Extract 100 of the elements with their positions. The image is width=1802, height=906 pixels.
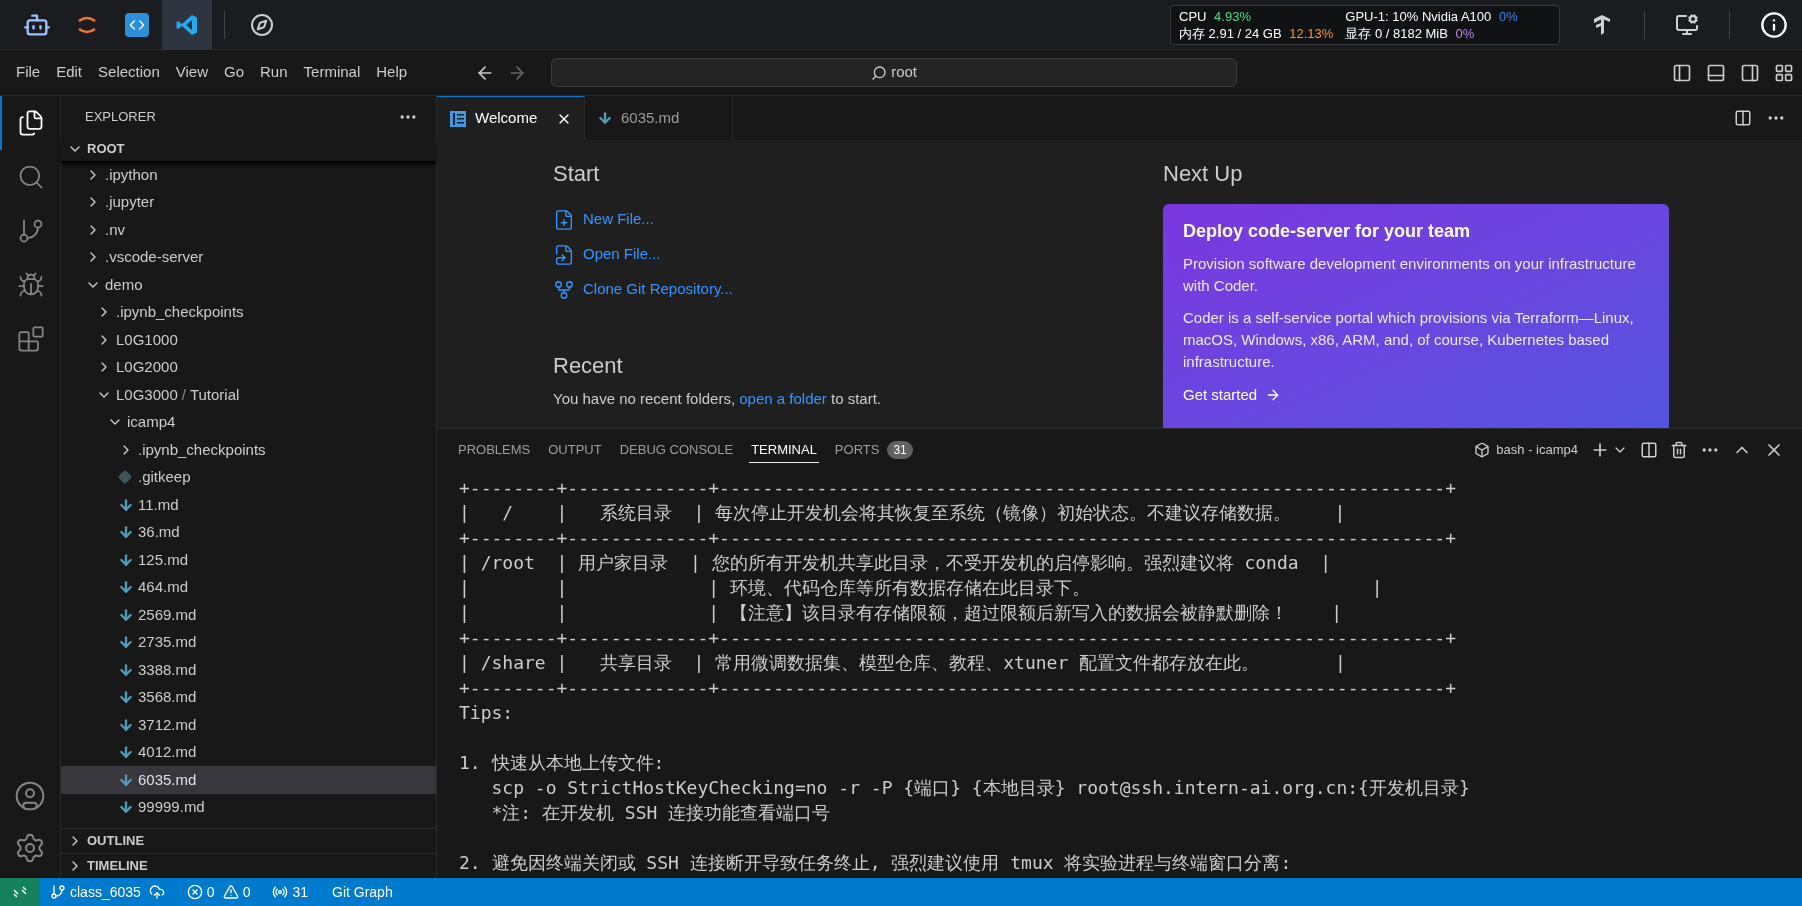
start-link[interactable]: Clone Git Repository... [553,272,1163,307]
stat-label: GPU-1: 10% Nvidia A100 0% [1345,7,1518,25]
ports-status[interactable]: 31 [272,881,308,903]
tree-item[interactable]: L0G1000 [61,326,436,354]
menu-item[interactable]: Edit [48,61,91,84]
settings-icon[interactable] [14,832,46,864]
layout-icon[interactable] [1774,62,1794,83]
tree-item-label: .vscode-server [105,247,204,267]
get-started-link[interactable]: Get started [1183,384,1282,407]
tree-item-label: 125.md [138,549,189,570]
menu-item[interactable]: Run [252,61,296,84]
panel-tab[interactable]: OUTPUT [546,437,604,463]
tree-item[interactable]: 3712.md [61,711,436,739]
tree-item[interactable]: 4012.md [61,738,436,766]
tab-label: 6035.md [621,107,680,128]
menu-item[interactable]: View [167,61,216,84]
section-heading: Next Up [1163,160,1244,188]
tree-item-label: 6035.md [138,769,197,790]
tree-item-label: Tutorial [189,384,240,405]
trash-icon[interactable] [1670,441,1688,459]
terminal-line: +--------+-------------+-------------------------------------------------------------------+ [459,626,1456,650]
start-link[interactable]: Open File... [553,237,1163,272]
tree-item[interactable]: 125.md [61,546,436,574]
tree-item[interactable]: 6035.md [61,766,436,794]
tree-item[interactable]: .ipython [61,161,436,189]
download-arrow-icon [118,496,134,513]
cube-icon [1474,442,1491,458]
tree-item[interactable]: .ipynb_checkpoints [61,436,436,464]
tree-item[interactable]: .ipynb_checkpoints [61,298,436,326]
tree-item[interactable]: icamp4 [61,408,436,436]
open-folder-link[interactable]: open a folder [739,390,827,407]
tree-item[interactable]: L0G3000 / Tutorial [61,381,436,409]
command-center-value: root [891,62,917,83]
terminal-line: +--------+-------------+-------------------------------------------------------------------+ [459,476,1456,500]
tree-item-label: .ipynb_checkpoints [138,439,266,460]
terminal-line: 1. 快速从本地上传文件: [459,751,665,775]
panel-tab[interactable]: PORTS 31 [832,437,915,463]
tree-item[interactable]: 11.md [61,491,436,519]
problems-status[interactable]: 0 0 [186,881,251,903]
editor-logo-icon [175,12,199,37]
tree-item[interactable]: 99999.md [61,793,436,821]
tree-item-label: 3388.md [138,659,197,680]
menu-item[interactable]: Selection [90,61,168,84]
terminal-line: Tips: [459,701,514,725]
tree-item-label: 464.md [138,577,189,597]
toggle-secondary-sidebar-icon[interactable] [1740,62,1760,83]
tree-item[interactable]: L0G2000 [61,353,436,381]
recent-message: You have no recent folders, open a folder to start. [553,389,883,409]
count-badge: 31 [887,440,913,459]
info-icon[interactable] [1760,10,1788,39]
terminal-line: scp -o StrictHostKeyChecking=no -r -P {端口} {本地目录} root@ssh.intern-ai.org.cn:{开发机目录} [490,776,1470,800]
menu-item[interactable]: File [8,61,49,84]
toggle-panel-icon[interactable] [1706,62,1726,83]
panel-tab[interactable]: PROBLEMS [456,437,533,463]
split-editor-icon[interactable] [1734,109,1752,127]
menu-item[interactable]: Terminal [295,61,369,84]
tree-item[interactable]: .jupyter [61,188,436,216]
tree-item[interactable]: .gitkeep [61,463,436,491]
terminal-line: 2. 避免因终端关闭或 SSH 连接断开导致任务终止, 强烈建议使用 tmux 将实验进程与终端窗口分离: [459,851,1292,875]
antenna-icon [272,884,289,900]
card-title: Deploy code-server for your team [1183,220,1472,243]
panel-tab[interactable]: DEBUG CONSOLE [617,437,736,463]
command-center-field[interactable]: root [551,58,1238,87]
blocks-icon [17,325,45,353]
tree-item[interactable]: 36.md [61,518,436,546]
tree-item-label: .ipython [105,164,158,185]
start-link[interactable]: New File... [553,202,1163,237]
compass-icon [250,12,274,37]
tree-item[interactable]: 2735.md [61,628,436,656]
toggle-sidebar-icon[interactable] [1672,62,1692,83]
git-graph-button[interactable]: Git Graph [332,881,393,903]
menu-item[interactable]: Go [216,61,252,84]
tree-item[interactable]: 2569.md [61,601,436,629]
monitor-icon[interactable] [1675,12,1699,37]
split-terminal-icon[interactable] [1640,441,1658,459]
terminal-name[interactable]: bash - icamp4 [1496,440,1578,460]
tree-item-label: L0G2000 [116,357,178,377]
app-launcher[interactable] [162,0,212,50]
tree-item[interactable]: .vscode-server [61,243,436,271]
stat-value: 12.13% [1289,25,1334,41]
tree-item[interactable]: demo [61,271,436,299]
cloud-upload-icon[interactable] [148,884,165,900]
root-section-header[interactable]: ROOT [61,137,436,161]
tree-item[interactable]: 3568.md [61,683,436,711]
editor-tab[interactable]: Welcome [437,96,585,140]
terminal-line: | /share | 共享目录 | 常用微调数据集、模型仓库、教程、xtuner 配置文件都存放在此。 | [459,651,1346,675]
section-header[interactable]: OUTLINE [61,828,436,853]
menu-item[interactable]: Help [368,61,416,84]
tree-item-label: .nv [105,219,125,240]
tree-item[interactable]: 3388.md [61,656,436,684]
tree-item[interactable]: .nv [61,216,436,244]
card-text: Coder is a self-service portal which provisions via Terraform—Linux, macOS, Windows, x86, ARM, and, of course, Kubernetes based infrastructure. [1183,308,1635,372]
branch-status[interactable]: class_6035 [50,881,141,903]
account-icon[interactable] [14,780,46,812]
error-icon [186,884,203,900]
panel-tab[interactable]: TERMINAL [749,437,819,463]
terminal-line: | | | 环境、代码仓库等所有数据存储在此目录下。 | [459,576,1383,600]
tree-item[interactable]: 464.md [61,573,436,601]
tree-item-label: L0G3000 [116,384,178,405]
tree-item-label: .ipynb_checkpoints [116,302,244,322]
